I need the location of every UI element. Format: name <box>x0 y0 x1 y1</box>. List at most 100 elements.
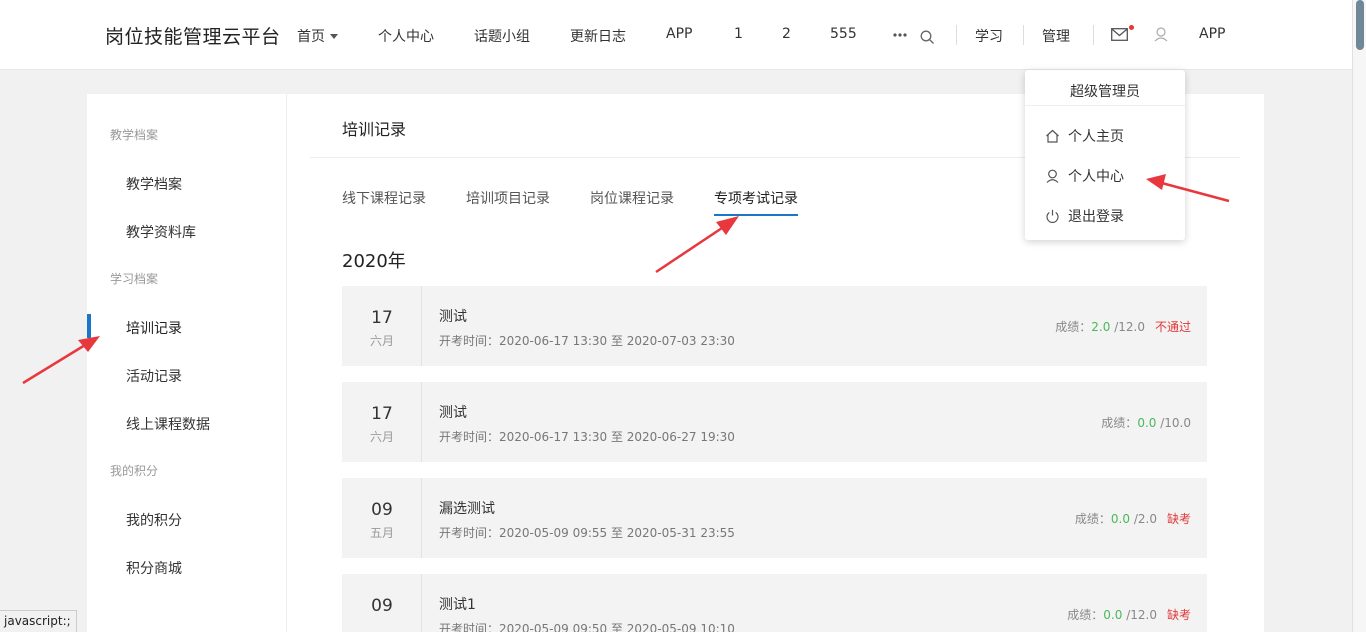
record-day: 17 <box>371 308 393 328</box>
user-dropdown-menu: 超级管理员 个人主页 个人中心 退出登录 <box>1025 70 1185 240</box>
user-icon[interactable] <box>1154 27 1168 42</box>
menu-item-home-page[interactable]: 个人主页 <box>1045 126 1124 146</box>
tab-special-exam[interactable]: 专项考试记录 <box>714 188 798 216</box>
home-icon <box>1046 129 1059 143</box>
nav-2[interactable]: 2 <box>782 26 791 42</box>
sidebar-item-points-mall[interactable]: 积分商城 <box>126 558 182 578</box>
list-item[interactable]: 09 测试1 开考时间：2020-05-09 09:50 至 2020-05-0… <box>342 574 1207 632</box>
power-icon <box>1046 209 1059 223</box>
time-value: 2020-06-17 13:30 至 2020-06-27 19:30 <box>499 430 735 444</box>
tab-post-course[interactable]: 岗位课程记录 <box>590 188 674 214</box>
score-label: 成绩： <box>1101 416 1138 430</box>
nav-555[interactable]: 555 <box>830 26 857 42</box>
record-month: 六月 <box>369 334 394 348</box>
nav-update-log[interactable]: 更新日志 <box>570 26 626 46</box>
sidebar-item-training-record[interactable]: 培训记录 <box>126 318 182 338</box>
sidebar-item-teaching-archive[interactable]: 教学档案 <box>126 174 182 194</box>
nav-app-right[interactable]: APP <box>1199 26 1225 42</box>
time-value: 2020-05-09 09:50 至 2020-05-09 10:10 <box>499 622 735 632</box>
dropdown-divider <box>1025 105 1185 106</box>
time-label: 开考时间： <box>439 430 500 444</box>
record-day: 17 <box>371 404 393 424</box>
score-label: 成绩： <box>1055 320 1092 334</box>
score-value: 0.0 <box>1137 416 1157 430</box>
nav-home[interactable]: 首页 <box>297 26 338 46</box>
scrollbar-thumb[interactable] <box>1356 0 1364 50</box>
tab-offline-course[interactable]: 线下课程记录 <box>342 188 426 214</box>
nav-divider <box>1093 25 1094 45</box>
menu-item-logout[interactable]: 退出登录 <box>1045 206 1124 226</box>
score-total: /12.0 <box>1126 608 1157 622</box>
dropdown-user-role: 超级管理员 <box>1070 84 1140 100</box>
top-header: 岗位技能管理云平台 首页 个人中心 话题小组 更新日志 APP 1 2 555 … <box>0 0 1352 70</box>
mail-icon[interactable] <box>1111 28 1128 41</box>
page-title: 培训记录 <box>342 120 407 139</box>
score-label: 成绩： <box>1067 608 1104 622</box>
time-label: 开考时间： <box>439 334 500 348</box>
status-badge: 缺考 <box>1166 512 1191 526</box>
sidebar-item-my-points[interactable]: 我的积分 <box>126 510 182 530</box>
sidebar-item-online-course-data[interactable]: 线上课程数据 <box>126 414 210 434</box>
nav-personal-center[interactable]: 个人中心 <box>378 26 434 46</box>
nav-divider <box>956 25 957 45</box>
list-item[interactable]: 17 六月 测试 开考时间：2020-06-17 13:30 至 2020-07… <box>342 286 1207 366</box>
nav-1[interactable]: 1 <box>734 26 743 42</box>
record-name[interactable]: 测试 <box>439 402 467 422</box>
sidebar-group-title: 学习档案 <box>110 272 159 286</box>
chevron-down-icon <box>330 34 338 39</box>
record-day: 09 <box>371 500 393 520</box>
menu-item-personal-center[interactable]: 个人中心 <box>1045 166 1124 186</box>
record-score: 成绩：0.0 /10.0 <box>1101 414 1191 431</box>
menu-item-label: 退出登录 <box>1068 209 1124 225</box>
sidebar: 教学档案 教学档案 教学资料库 学习档案 培训记录 活动记录 线上课程数据 我的… <box>87 94 287 632</box>
score-total: /2.0 <box>1133 512 1157 526</box>
record-name[interactable]: 测试 <box>439 306 467 326</box>
score-label: 成绩： <box>1074 512 1111 526</box>
time-value: 2020-05-09 09:55 至 2020-05-31 23:55 <box>499 526 735 540</box>
more-icon[interactable] <box>893 33 907 37</box>
vertical-scrollbar[interactable] <box>1352 0 1366 632</box>
nav-manage[interactable]: 管理 <box>1042 26 1070 46</box>
record-month: 六月 <box>369 430 394 444</box>
sidebar-group-title: 我的积分 <box>110 464 159 478</box>
record-name[interactable]: 测试1 <box>439 594 476 614</box>
nav-topic-group[interactable]: 话题小组 <box>474 26 530 46</box>
sidebar-active-indicator <box>87 314 91 338</box>
record-day: 09 <box>371 596 393 616</box>
list-item[interactable]: 09 五月 漏选测试 开考时间：2020-05-09 09:55 至 2020-… <box>342 478 1207 558</box>
record-time: 开考时间：2020-05-09 09:50 至 2020-05-09 10:10 <box>439 620 735 632</box>
tab-training-project[interactable]: 培训项目记录 <box>466 188 550 214</box>
score-value: 0.0 <box>1103 608 1123 622</box>
nav-app[interactable]: APP <box>666 26 692 42</box>
search-icon[interactable] <box>920 30 935 45</box>
record-time: 开考时间：2020-06-17 13:30 至 2020-07-03 23:30 <box>439 332 735 349</box>
notification-dot <box>1129 25 1134 30</box>
score-value: 0.0 <box>1110 512 1131 526</box>
record-time: 开考时间：2020-06-17 13:30 至 2020-06-27 19:30 <box>439 428 735 445</box>
status-badge: 缺考 <box>1166 608 1191 622</box>
sidebar-item-teaching-library[interactable]: 教学资料库 <box>126 222 196 242</box>
record-score: 成绩：2.0 /12.0 不通过 <box>1055 318 1191 335</box>
time-label: 开考时间： <box>439 526 500 540</box>
record-score: 成绩：0.0 /12.0 缺考 <box>1067 606 1191 623</box>
nav-learn[interactable]: 学习 <box>975 26 1003 46</box>
user-icon <box>1046 169 1059 183</box>
score-value: 2.0 <box>1091 320 1111 334</box>
brand-title[interactable]: 岗位技能管理云平台 <box>105 22 281 49</box>
menu-item-label: 个人中心 <box>1068 169 1124 185</box>
score-total: /12.0 <box>1114 320 1145 334</box>
status-badge: 不通过 <box>1154 320 1191 334</box>
list-item[interactable]: 17 六月 测试 开考时间：2020-06-17 13:30 至 2020-06… <box>342 382 1207 462</box>
year-heading: 2020年 <box>342 251 406 272</box>
menu-item-label: 个人主页 <box>1068 129 1124 145</box>
nav-divider <box>1023 25 1024 45</box>
record-month: 五月 <box>369 526 394 540</box>
nav-home-label: 首页 <box>297 29 325 45</box>
record-score: 成绩：0.0 /2.0 缺考 <box>1075 510 1191 527</box>
record-name[interactable]: 漏选测试 <box>439 498 495 518</box>
record-time: 开考时间：2020-05-09 09:55 至 2020-05-31 23:55 <box>439 524 735 541</box>
time-label: 开考时间： <box>439 622 500 632</box>
score-total: /10.0 <box>1160 416 1191 430</box>
sidebar-item-activity-record[interactable]: 活动记录 <box>126 366 182 386</box>
time-value: 2020-06-17 13:30 至 2020-07-03 23:30 <box>499 334 735 348</box>
